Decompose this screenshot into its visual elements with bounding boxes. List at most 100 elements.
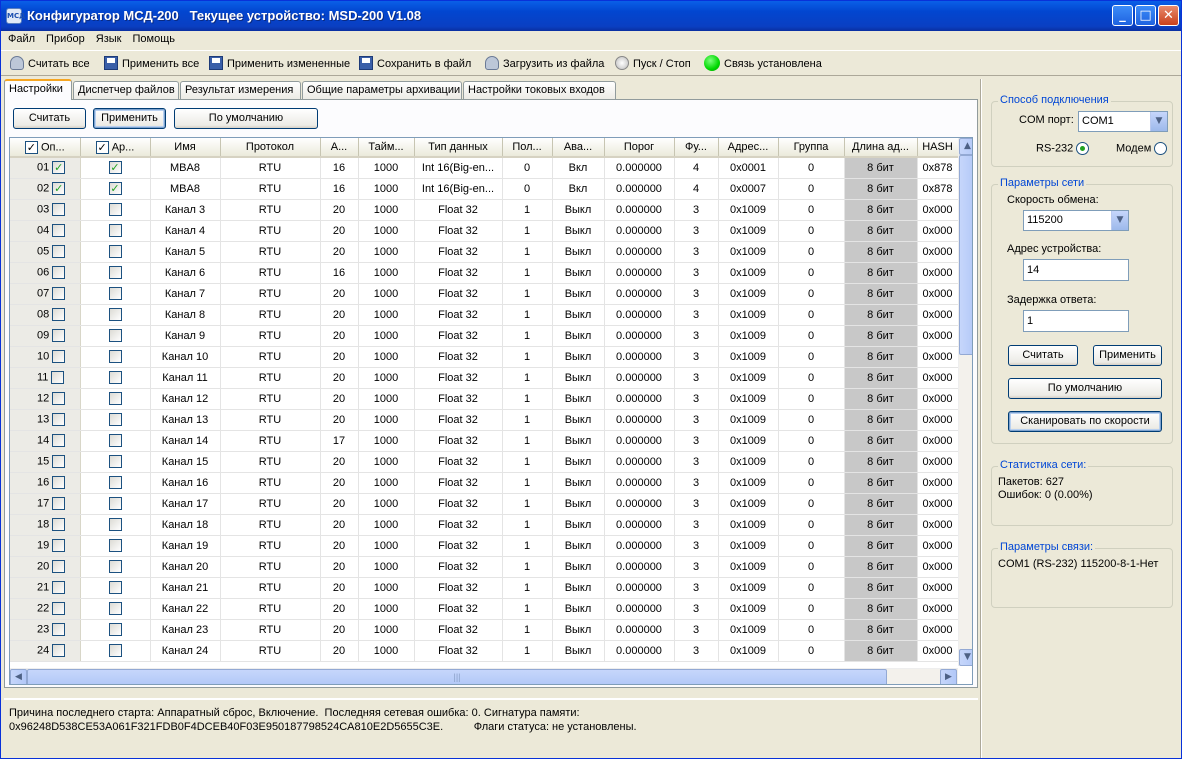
scroll-down-button[interactable]: ▼ [959,649,972,666]
cell-threshold[interactable]: 0.000000 [604,388,675,410]
enabled-checkbox[interactable] [52,539,66,552]
cell-data-type[interactable]: Float 32 [414,514,503,536]
enabled-checkbox[interactable]: ✓ [52,182,66,195]
archive-checkbox[interactable] [108,287,122,300]
cell-a[interactable]: 20 [320,556,359,578]
col-archive[interactable]: ✓ Ар... [80,138,151,158]
cell-name[interactable]: Канал 18 [150,514,221,536]
cell-alarm[interactable]: Выкл [552,199,605,221]
cell-function[interactable]: 3 [674,472,719,494]
cell-enabled[interactable]: 05 [10,241,81,263]
close-button[interactable]: ✕ [1158,5,1179,26]
cell-timeout[interactable]: 1000 [358,430,415,452]
cell-threshold[interactable]: 0.000000 [604,241,675,263]
cell-address-length[interactable]: 8 бит [844,262,918,284]
cell-data-type[interactable]: Float 32 [414,409,503,431]
table-row[interactable]: 10 Канал 10 RTU 20 1000 Float 32 1 Выкл 0.000000… [10,346,959,368]
cell-a[interactable]: 16 [320,262,359,284]
cell-function[interactable]: 3 [674,220,719,242]
col-name[interactable]: Имя [150,138,221,158]
table-row[interactable]: 14 Канал 14 RTU 17 1000 Float 32 1 Выкл 0.000000… [10,430,959,452]
scroll-left-button[interactable]: ◀ [10,669,27,684]
cell-function[interactable]: 3 [674,514,719,536]
cell-name[interactable]: Канал 13 [150,409,221,431]
col-address-length[interactable]: Длина ад... [844,138,918,158]
cell-timeout[interactable]: 1000 [358,514,415,536]
cell-address-length[interactable]: 8 бит [844,598,918,620]
scroll-up-button[interactable]: ▲ [959,138,972,155]
scan-speed-button[interactable]: Сканировать по скорости [1008,411,1162,432]
cell-archive[interactable]: ✓ [80,157,151,179]
cell-data-type[interactable]: Float 32 [414,535,503,557]
enabled-checkbox[interactable] [52,623,66,636]
cell-alarm[interactable]: Выкл [552,493,605,515]
minimize-button[interactable]: _ [1112,5,1133,26]
cell-address-length[interactable]: 8 бит [844,640,918,662]
cell-archive[interactable] [80,430,151,452]
archive-checkbox[interactable] [108,476,122,489]
vertical-scroll-thumb[interactable] [959,155,972,355]
cell-address[interactable]: 0x1009 [718,283,779,305]
col-timeout[interactable]: Тайм... [358,138,415,158]
cell-address-length[interactable]: 8 бит [844,430,918,452]
cell-address[interactable]: 0x1009 [718,598,779,620]
cell-data-type[interactable]: Float 32 [414,199,503,221]
cell-name[interactable]: Канал 23 [150,619,221,641]
archive-checkbox[interactable] [108,350,122,363]
enabled-checkbox[interactable] [52,518,66,531]
cell-timeout[interactable]: 1000 [358,598,415,620]
cell-name[interactable]: Канал 3 [150,199,221,221]
archive-checkbox[interactable] [108,392,122,405]
cell-enabled[interactable]: 12 [10,388,81,410]
cell-name[interactable]: Канал 24 [150,640,221,662]
cell-data-type[interactable]: Float 32 [414,556,503,578]
table-row[interactable]: 03 Канал 3 RTU 20 1000 Float 32 1 Выкл 0.000000 3… [10,199,959,221]
cell-threshold[interactable]: 0.000000 [604,283,675,305]
load-file-button[interactable]: Загрузить из файла [485,55,604,73]
cell-alarm[interactable]: Выкл [552,514,605,536]
horizontal-scrollbar[interactable]: ◀ ||| ▶ [10,668,958,684]
cell-address-length[interactable]: 8 бит [844,283,918,305]
cell-protocol[interactable]: RTU [220,535,321,557]
cell-group[interactable]: 0 [778,367,845,389]
table-row[interactable]: 23 Канал 23 RTU 20 1000 Float 32 1 Выкл 0.000000… [10,619,959,641]
cell-group[interactable]: 0 [778,619,845,641]
cell-pol[interactable]: 1 [502,388,553,410]
cell-a[interactable]: 20 [320,388,359,410]
col-protocol[interactable]: Протокол [220,138,321,158]
address-input[interactable]: 14 [1023,259,1129,281]
cell-data-type[interactable]: Float 32 [414,598,503,620]
cell-name[interactable]: Канал 19 [150,535,221,557]
cell-function[interactable]: 3 [674,409,719,431]
cell-data-type[interactable]: Float 32 [414,283,503,305]
cell-group[interactable]: 0 [778,388,845,410]
cell-enabled[interactable]: 18 [10,514,81,536]
cell-enabled[interactable]: 10 [10,346,81,368]
archive-checkbox[interactable] [108,371,122,384]
cell-threshold[interactable]: 0.000000 [604,346,675,368]
enabled-checkbox[interactable] [52,455,66,468]
cell-protocol[interactable]: RTU [220,157,321,179]
modem-radio-icon[interactable] [1154,142,1168,155]
maximize-button[interactable]: □ [1135,5,1156,26]
cell-archive[interactable] [80,262,151,284]
delay-input[interactable]: 1 [1023,310,1129,332]
cell-address-length[interactable]: 8 бит [844,157,918,179]
cell-alarm[interactable]: Выкл [552,367,605,389]
cell-address-length[interactable]: 8 бит [844,346,918,368]
cell-timeout[interactable]: 1000 [358,157,415,179]
cell-address-length[interactable]: 8 бит [844,619,918,641]
archive-checkbox[interactable] [108,497,122,510]
cell-alarm[interactable]: Выкл [552,325,605,347]
cell-threshold[interactable]: 0.000000 [604,367,675,389]
table-row[interactable]: 12 Канал 12 RTU 20 1000 Float 32 1 Выкл 0.000000… [10,388,959,410]
cell-protocol[interactable]: RTU [220,640,321,662]
cell-alarm[interactable]: Выкл [552,388,605,410]
cell-enabled[interactable]: 11 [10,367,81,389]
cell-archive[interactable] [80,409,151,431]
rs232-radio-icon[interactable] [1076,142,1090,155]
tab-archive-params[interactable]: Общие параметры архивации [302,81,462,99]
cell-archive[interactable] [80,325,151,347]
cell-threshold[interactable]: 0.000000 [604,514,675,536]
cell-name[interactable]: Канал 20 [150,556,221,578]
